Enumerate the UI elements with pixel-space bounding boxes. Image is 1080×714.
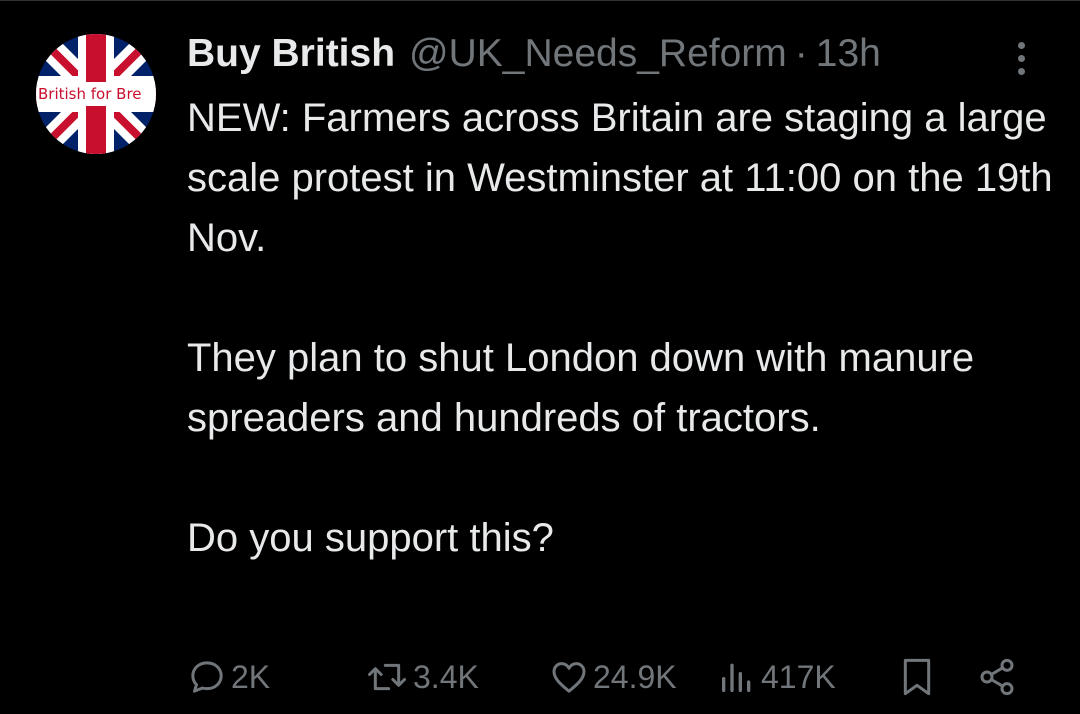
repost-button[interactable]: 3.4K [365, 650, 479, 704]
bookmark-button[interactable] [897, 650, 937, 704]
avatar-label: British for Bre [36, 82, 156, 106]
views-button[interactable]: 417K [717, 650, 836, 704]
like-count: 24.9K [593, 658, 677, 695]
avatar[interactable]: British for Bre [36, 34, 156, 154]
reply-count: 2K [231, 658, 271, 695]
display-name[interactable]: Buy British [187, 32, 395, 76]
views-count: 417K [761, 658, 836, 695]
more-dot [1017, 54, 1025, 62]
heart-icon [552, 662, 586, 693]
reply-icon [191, 661, 223, 693]
like-button[interactable]: 24.9K [549, 650, 677, 704]
repost-count: 3.4K [413, 658, 479, 695]
tweet-paragraph: Do you support this? [187, 516, 554, 560]
share-button[interactable] [977, 650, 1017, 704]
timestamp[interactable]: 13h [816, 32, 881, 76]
tweet-header: Buy British @UK_Needs_Reform · 13h [187, 30, 881, 78]
bookmark-icon [903, 658, 931, 696]
user-handle[interactable]: @UK_Needs_Reform [409, 32, 787, 76]
top-divider [0, 0, 1080, 1]
separator-dot: · [794, 32, 808, 75]
action-bar: 2K 3.4K 24.9K 417K [187, 650, 1037, 704]
tweet-paragraph: NEW: Farmers across Britain are staging … [187, 96, 1053, 260]
repost-icon [368, 663, 406, 691]
more-icon[interactable] [1004, 38, 1038, 78]
views-icon [722, 663, 751, 692]
reply-button[interactable]: 2K [187, 650, 270, 704]
share-icon [980, 658, 1014, 696]
more-dot [1017, 67, 1025, 75]
more-dot [1017, 41, 1025, 49]
tweet-paragraph: They plan to shut London down with manur… [187, 336, 975, 440]
tweet-text: NEW: Farmers across Britain are staging … [187, 88, 1057, 568]
